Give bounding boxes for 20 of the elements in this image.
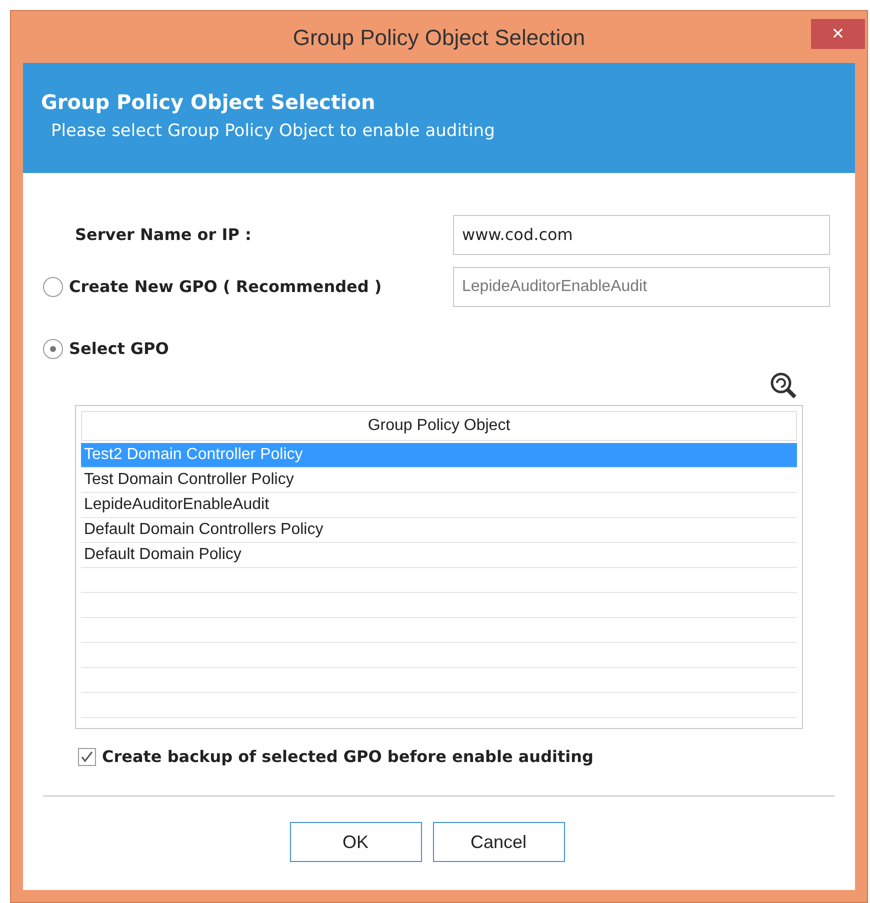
radio-label: Create New GPO ( Recommended ) (69, 276, 382, 298)
checkbox-label: Create backup of selected GPO before enable auditing (102, 746, 594, 768)
search-refresh-icon[interactable] (769, 371, 799, 401)
input-field[interactable]: www.cod.com (453, 215, 830, 255)
list-row[interactable]: Test Domain Controller Policy (81, 468, 797, 493)
checkbox[interactable] (78, 748, 96, 766)
header-subtitle: Please select Group Policy Object to enable auditing (51, 120, 496, 143)
radio-label: Select GPO (69, 338, 169, 360)
radio-button[interactable] (43, 277, 63, 297)
header-title: Group Policy Object Selection (41, 89, 376, 116)
window-title: Group Policy Object Selection (292, 24, 586, 52)
column-header[interactable]: Group Policy Object (81, 411, 797, 441)
dialog-button[interactable]: OK (290, 822, 422, 862)
close-button[interactable]: ✕ (811, 19, 865, 49)
list-row[interactable]: LepideAuditorEnableAudit (81, 493, 797, 518)
list-row[interactable]: Default Domain Policy (81, 543, 797, 568)
field-label: Server Name or IP : (74, 224, 252, 246)
radio-button[interactable] (43, 339, 63, 359)
list-row[interactable]: Default Domain Controllers Policy (81, 518, 797, 543)
dialog-button[interactable]: Cancel (432, 822, 564, 862)
